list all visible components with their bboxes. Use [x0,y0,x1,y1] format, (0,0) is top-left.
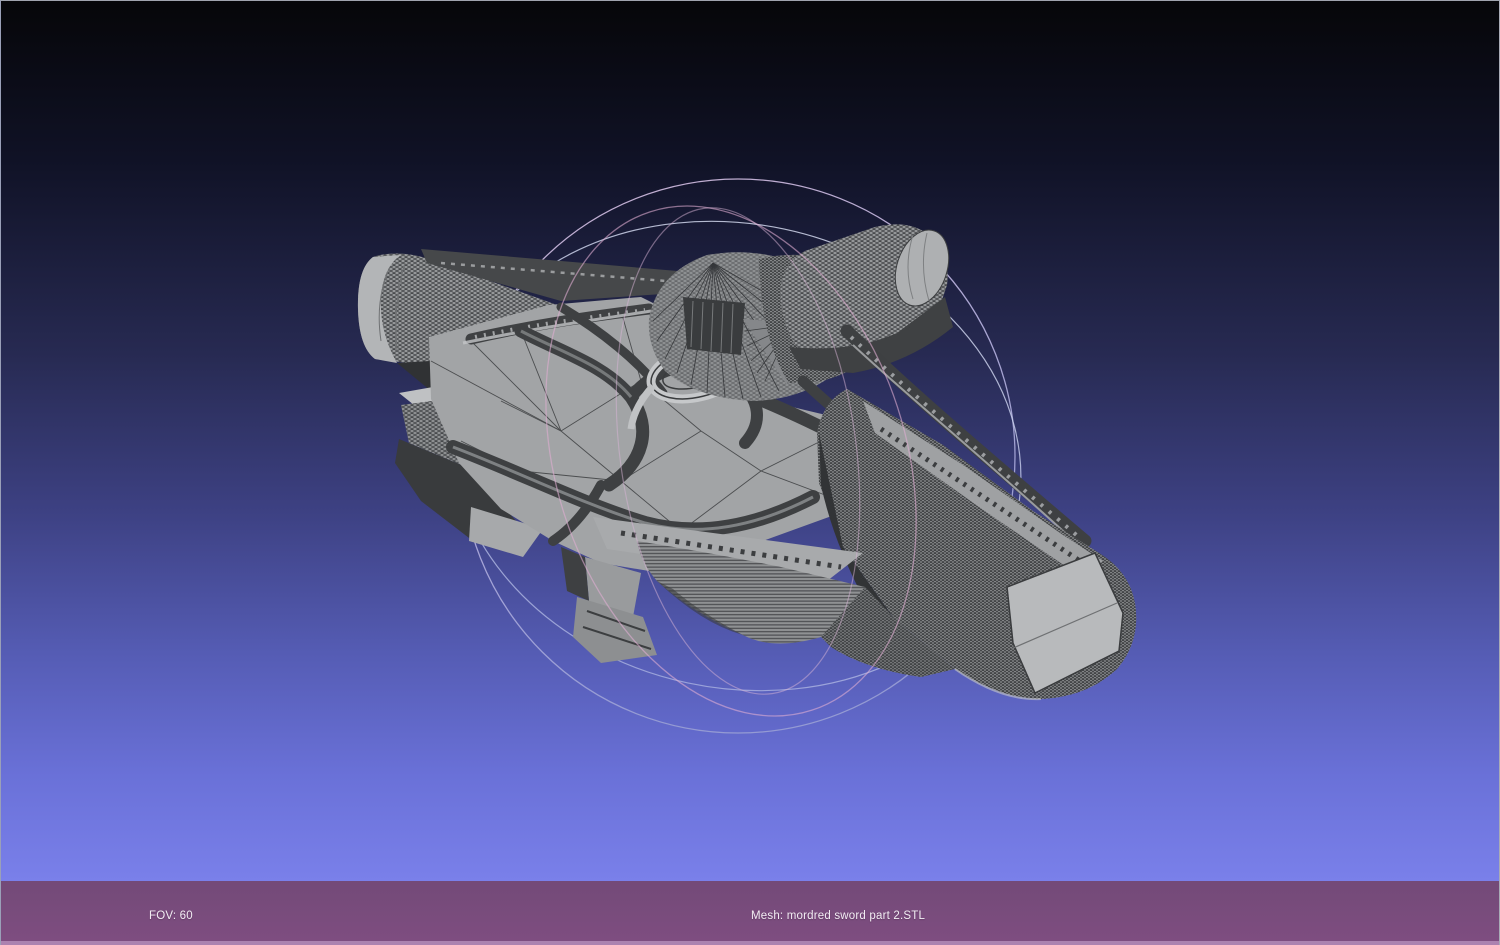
fov-readout: FOV: 60 [149,910,193,922]
mesh-name-readout: Mesh: mordred sword part 2.STL [751,910,926,922]
hud-render-stats: FOV: 60 FPS: 84.0 BO_RENDERING [149,884,243,945]
mesh-wireframe-model [357,224,1137,701]
3d-viewport[interactable] [1,1,1499,882]
status-bar: FOV: 60 FPS: 84.0 BO_RENDERING Mesh: mor… [1,881,1499,945]
render-canvas [357,178,1137,734]
mesh-viewer-window: FOV: 60 FPS: 84.0 BO_RENDERING Mesh: mor… [0,0,1500,945]
hud-mesh-stats: Mesh: mordred sword part 2.STL Vertices:… [751,884,925,945]
